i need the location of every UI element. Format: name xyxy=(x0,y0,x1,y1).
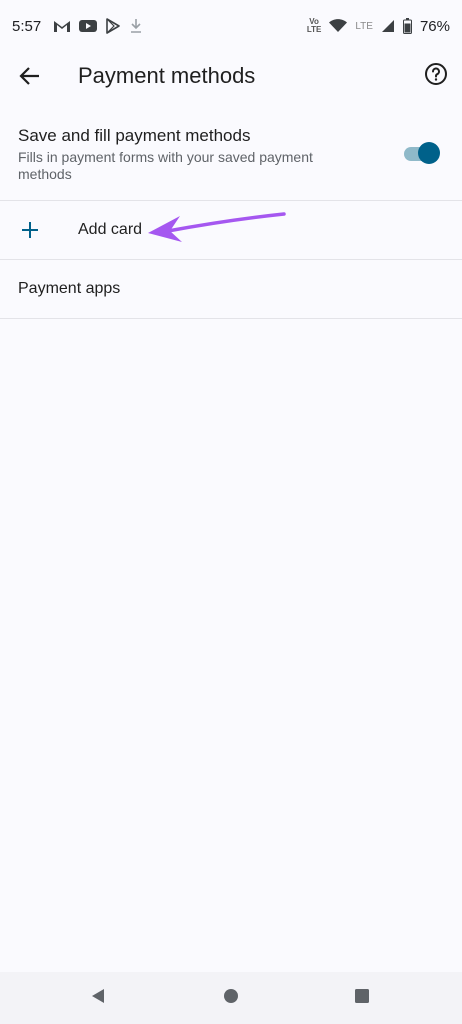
youtube-icon xyxy=(79,19,98,33)
save-fill-toggle[interactable] xyxy=(404,141,442,164)
battery-percent: 76% xyxy=(419,17,450,35)
status-left: 5:57 xyxy=(12,18,143,35)
divider xyxy=(0,318,462,319)
status-right: Vo LTE LTE 76% xyxy=(307,18,450,35)
back-triangle-icon xyxy=(90,988,106,1009)
add-card-label: Add card xyxy=(78,221,143,238)
nav-back-button[interactable] xyxy=(88,988,108,1008)
annotation-arrow-icon xyxy=(146,206,292,246)
battery-icon xyxy=(402,18,412,34)
system-nav-bar xyxy=(0,972,462,1024)
wifi-icon xyxy=(329,19,348,33)
app-bar: Payment methods xyxy=(0,52,462,100)
save-fill-description: Fills in payment forms with your saved p… xyxy=(18,149,313,182)
page-title: Payment methods xyxy=(78,63,256,88)
volte-line2: LTE xyxy=(306,25,322,34)
payment-apps-row[interactable]: Payment apps xyxy=(0,260,462,318)
home-circle-icon xyxy=(223,988,239,1009)
save-fill-setting-row[interactable]: Save and fill payment methods Fills in p… xyxy=(0,118,462,200)
recents-square-icon xyxy=(354,988,370,1009)
back-button[interactable] xyxy=(14,62,46,94)
help-circle-icon xyxy=(424,62,448,91)
plus-icon xyxy=(20,220,40,240)
lte-label: LTE xyxy=(355,20,373,32)
toggle-thumb xyxy=(418,142,440,164)
download-icon xyxy=(129,18,143,34)
volte-icon: Vo LTE xyxy=(307,18,322,34)
status-bar: 5:57 Vo LTE LTE 76% xyxy=(0,0,462,52)
nav-home-button[interactable] xyxy=(221,988,241,1008)
arrow-left-icon xyxy=(19,65,41,92)
gmail-icon xyxy=(53,19,71,33)
save-fill-title: Save and fill payment methods xyxy=(18,126,251,145)
help-button[interactable] xyxy=(422,62,450,90)
play-store-icon xyxy=(105,18,121,34)
payment-apps-label: Payment apps xyxy=(18,280,121,297)
signal-icon xyxy=(381,19,395,33)
status-time: 5:57 xyxy=(12,17,42,35)
nav-recents-button[interactable] xyxy=(352,988,372,1008)
